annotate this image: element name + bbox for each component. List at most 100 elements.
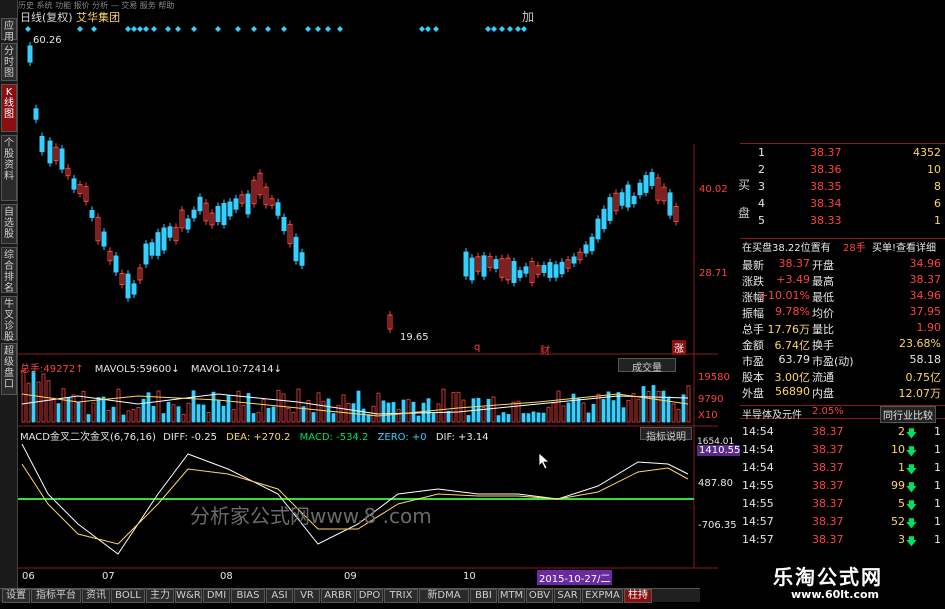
- candle-body: [281, 216, 287, 232]
- candle-body: [33, 108, 39, 120]
- left-tab-4[interactable]: 自选股: [1, 204, 17, 244]
- stat-row: 涨跌 +3.49 最高 38.37: [742, 273, 941, 288]
- indicator-tab[interactable]: DMI: [203, 589, 230, 603]
- indicator-tab[interactable]: 新DMA: [419, 589, 469, 603]
- left-tab-6[interactable]: 牛叉诊股: [1, 296, 17, 343]
- volume-bar: [396, 408, 401, 423]
- left-tab-7[interactable]: 超级盘口: [1, 343, 17, 395]
- indicator-tab[interactable]: 资讯: [82, 589, 110, 603]
- macd-bar: [339, 468, 342, 499]
- macd-bar: [349, 480, 352, 499]
- marker-finance[interactable]: 财: [540, 342, 550, 357]
- indicator-help-button[interactable]: 指标说明: [640, 427, 692, 443]
- macd-bar: [634, 459, 637, 499]
- signal-marker-icon: [131, 26, 137, 32]
- volume-bar: [106, 409, 111, 423]
- left-tab-1[interactable]: 分时图: [1, 43, 17, 81]
- macd-bar: [649, 462, 652, 499]
- indicator-tab[interactable]: BOLL: [111, 589, 145, 603]
- signal-marker-icon: [521, 26, 527, 32]
- macd-bar: [124, 456, 127, 499]
- volume-bar: [261, 399, 266, 423]
- indicator-tab[interactable]: ARBR: [321, 589, 355, 603]
- macd-bar: [139, 465, 142, 499]
- candle-body: [215, 206, 221, 222]
- volume-bar: [191, 390, 196, 423]
- candle-body: [39, 135, 45, 153]
- bid-row[interactable]: 1 38.37 4352: [740, 146, 945, 160]
- volume-bar: [631, 393, 636, 423]
- left-tab-bar: 应用 分时图 K线图个股资料自选股综合排名牛叉诊股 超级盘口: [0, 0, 18, 590]
- macd-bar: [374, 476, 377, 499]
- stat-row: 振幅 9.78% 均价 37.95: [742, 305, 941, 320]
- marker-up[interactable]: 涨: [672, 340, 686, 355]
- bid-row[interactable]: 2 38.36 10: [740, 163, 945, 177]
- indicator-tab[interactable]: ASI: [266, 589, 293, 603]
- stat-row: 股本 3.00亿 流通 0.75亿: [742, 371, 941, 384]
- volume-bar: [371, 405, 376, 423]
- candle-body: [233, 198, 239, 210]
- volume-bar: [281, 393, 286, 423]
- candle-body: [619, 192, 625, 206]
- indicator-tab[interactable]: BBI: [470, 589, 497, 603]
- indicator-tab[interactable]: SAR: [554, 589, 581, 603]
- volume-bar: [551, 402, 556, 423]
- indicator-tab[interactable]: 柱持: [624, 589, 652, 603]
- signal-marker-icon: [499, 26, 505, 32]
- indicator-tab[interactable]: OBV: [526, 589, 553, 603]
- volume-bar: [536, 412, 541, 423]
- volume-bar: [206, 412, 211, 423]
- indicator-tab[interactable]: 主力: [146, 589, 174, 603]
- indicator-tab[interactable]: MTM: [498, 589, 525, 603]
- candle-body: [643, 175, 649, 193]
- macd-bar: [329, 475, 332, 499]
- add-button[interactable]: 加: [522, 8, 534, 25]
- indicator-tab[interactable]: BIAS: [231, 589, 265, 603]
- left-tab-0[interactable]: 应用: [1, 18, 17, 43]
- macd-bar: [444, 499, 447, 506]
- left-tab-2[interactable]: K线图: [1, 84, 17, 132]
- macd-bar: [104, 451, 107, 499]
- left-tab-5[interactable]: 综合排名: [1, 247, 17, 294]
- candle-body: [625, 184, 631, 208]
- bid-row[interactable]: 5 38.33 1: [740, 214, 945, 228]
- large-order-notice[interactable]: 在买盘38.22位置有 28手 买单!查看详细: [740, 238, 945, 254]
- indicator-tab[interactable]: W&R: [175, 589, 202, 603]
- volume-bar: [636, 398, 641, 423]
- candle-body: [559, 261, 565, 275]
- signal-marker-icon: [215, 26, 221, 32]
- volume-bar: [376, 392, 381, 423]
- volume-bar: [511, 401, 516, 423]
- volume-button[interactable]: 成交量: [618, 358, 676, 374]
- indicator-tab[interactable]: TRIX: [384, 589, 418, 603]
- macd-bar: [604, 468, 607, 499]
- indicator-tab[interactable]: VR: [294, 589, 320, 603]
- indicator-tab[interactable]: DPO: [356, 589, 383, 603]
- volume-bar: [441, 388, 446, 423]
- volume-bar: [196, 404, 201, 423]
- indicator-tab[interactable]: 指标平台: [31, 589, 81, 603]
- macd-bar: [519, 499, 522, 518]
- signal-marker-icon: [143, 26, 149, 32]
- volume-bar: [211, 391, 216, 423]
- industry-row[interactable]: 半导体及元件 2.05% 同行业比较: [740, 405, 945, 423]
- bid-row[interactable]: 3 38.35 8: [740, 180, 945, 194]
- macd-bar: [84, 456, 87, 499]
- marker-q[interactable]: q: [474, 342, 480, 353]
- left-tab-3[interactable]: 个股资料: [1, 135, 17, 201]
- volume-bar: [506, 414, 511, 423]
- volume-bar: [351, 403, 356, 423]
- macd-bar: [594, 479, 597, 499]
- bid-row[interactable]: 4 38.34 6: [740, 197, 945, 211]
- volume-bar: [466, 415, 471, 423]
- volume-bar: [521, 413, 526, 423]
- period-label[interactable]: 日线(复权): [20, 11, 73, 24]
- macd-bar: [184, 499, 187, 514]
- volume-bars: [21, 370, 691, 423]
- macd-bar: [379, 477, 382, 499]
- volume-bar: [321, 400, 326, 423]
- indicator-tab[interactable]: 设置: [2, 589, 30, 603]
- indicator-tab[interactable]: EXPMA: [582, 589, 623, 603]
- volume-bar: [491, 396, 496, 423]
- volume-bar: [311, 412, 316, 423]
